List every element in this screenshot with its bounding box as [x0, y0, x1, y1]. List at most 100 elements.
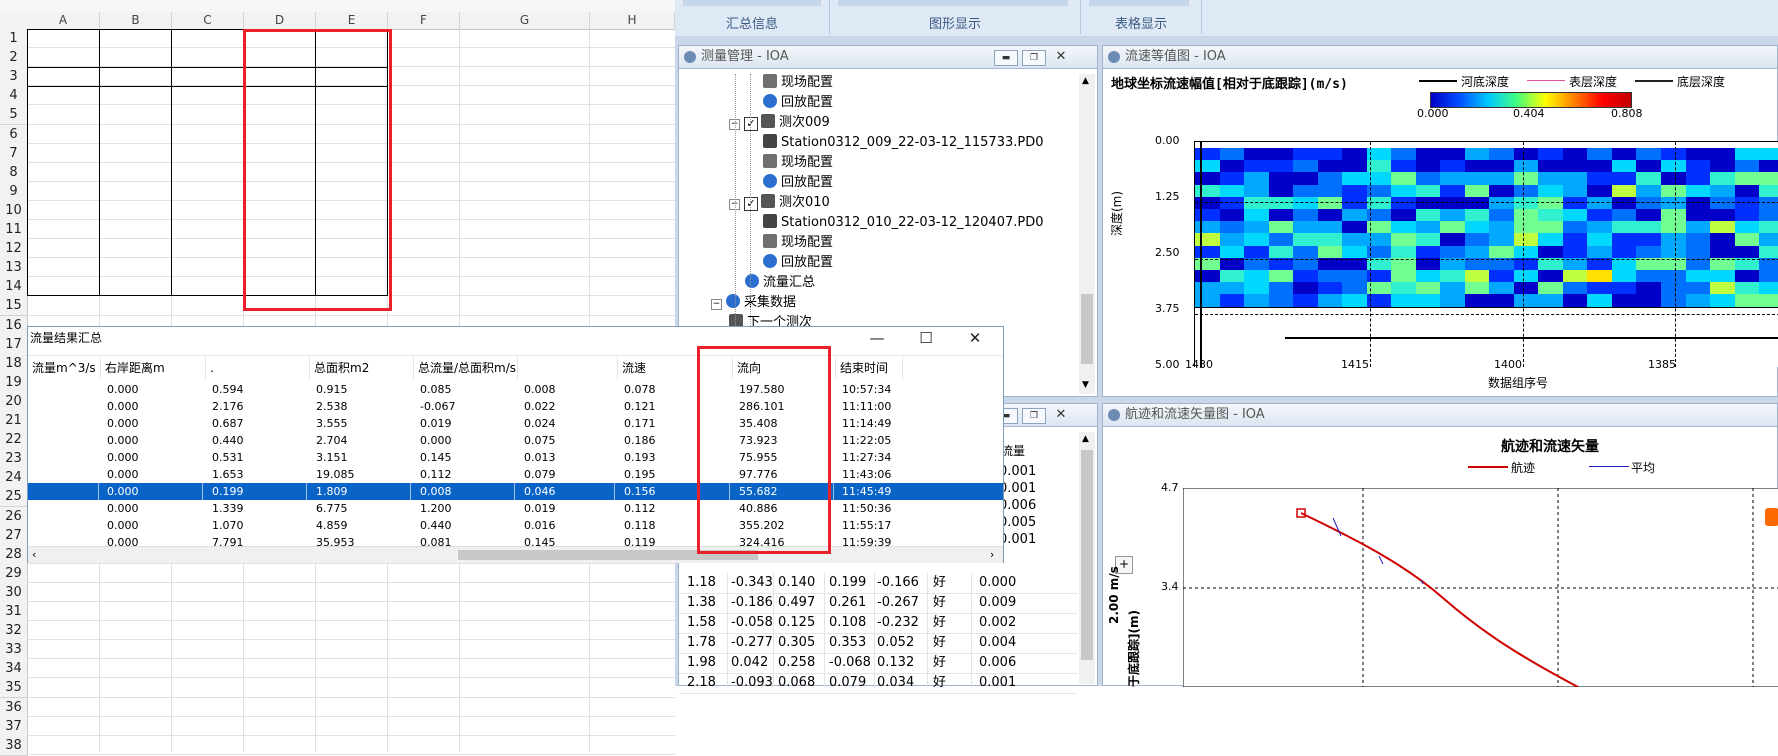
row-header[interactable]: 18 [0, 353, 28, 374]
tree-item[interactable]: − 采集数据 [711, 294, 796, 312]
table-row[interactable]: 0.000 0.531 3.151 0.145 0.013 0.193 75.955 11:2… [28, 449, 1003, 466]
table-cell[interactable]: 好 [933, 673, 946, 693]
data-cell[interactable] [27, 182, 100, 201]
column-header[interactable]: 总流量/总面积m/s [414, 357, 518, 379]
column-header[interactable]: G [460, 12, 590, 30]
table-row[interactable]: 0.000 1.339 6.775 1.200 0.019 0.112 40.886 11:5… [28, 500, 1003, 517]
header-cell[interactable] [27, 39, 100, 58]
table-cell[interactable]: 0.013 [520, 449, 620, 466]
restore-button[interactable]: ❐ [1022, 50, 1046, 66]
tree-item[interactable]: 回放配置 [763, 174, 833, 192]
velocity-contour-pane[interactable]: 流速等值图 - IOA 地球坐标流速幅值[相对于底跟踪](m/s) 河底深度 表… [1102, 45, 1778, 397]
row-header[interactable]: 6 [0, 124, 28, 145]
data-cell[interactable] [172, 125, 244, 144]
data-cell[interactable] [172, 67, 244, 86]
table-cell[interactable]: 0.531 [208, 449, 312, 466]
table-cell[interactable]: 0.019 [520, 500, 620, 517]
row-header[interactable]: 1 [0, 29, 28, 49]
scroll-thumb[interactable] [1081, 450, 1093, 660]
header-cell[interactable] [172, 39, 244, 58]
table-cell[interactable] [28, 381, 101, 398]
row-header[interactable]: 38 [0, 735, 28, 756]
table-cell[interactable]: 19.085 [312, 466, 416, 483]
close-button[interactable]: ✕ [964, 329, 986, 347]
data-cell[interactable] [172, 105, 244, 124]
table-cell[interactable]: 0.112 [416, 466, 520, 483]
station-velocity-cell[interactable] [590, 239, 662, 258]
close-button[interactable]: ✕ [1050, 50, 1072, 64]
station-velocity-cell[interactable] [590, 144, 662, 163]
scroll-left-icon[interactable]: ‹ [32, 548, 36, 561]
table-cell[interactable]: 0.258 [778, 653, 815, 673]
column-header[interactable]: A [27, 12, 100, 30]
table-cell[interactable] [28, 398, 101, 415]
row-header[interactable]: 17 [0, 334, 28, 355]
column-header[interactable]: B [100, 12, 172, 30]
table-cell[interactable]: 0.079 [829, 673, 866, 693]
table-cell[interactable]: 4.859 [312, 517, 416, 534]
table-cell[interactable]: 3.555 [312, 415, 416, 432]
table-cell[interactable]: 2.176 [208, 398, 312, 415]
table-row[interactable]: 0.000 2.176 2.538 -0.067 0.022 0.121 286.101 11… [28, 398, 1003, 415]
data-cell[interactable] [172, 258, 244, 277]
data-cell[interactable] [100, 125, 172, 144]
row-header[interactable]: 2 [0, 48, 28, 69]
table-cell[interactable]: 0.440 [208, 432, 312, 449]
column-header[interactable]: 流量m^3/s [28, 357, 101, 379]
header-cell[interactable] [592, 67, 662, 86]
data-cell[interactable] [100, 67, 172, 86]
data-cell[interactable] [27, 144, 100, 163]
tree-item[interactable]: 回放配置 [763, 254, 833, 272]
data-cell[interactable] [27, 258, 100, 277]
column-header[interactable]: C [172, 12, 244, 30]
tree-scrollbar[interactable]: ▲ ▼ [1079, 74, 1095, 394]
tree-item[interactable]: Station0312_009_22-03-12_115733.PD0 [763, 134, 1044, 152]
value-cell[interactable] [590, 296, 662, 315]
data-cell[interactable] [27, 220, 100, 239]
table-cell[interactable]: 0.000 [103, 466, 208, 483]
data-cell[interactable] [100, 201, 172, 220]
table-cell[interactable]: 1.98 [687, 653, 716, 673]
table-cell[interactable]: 好 [933, 573, 946, 593]
table-cell[interactable]: 好 [933, 593, 946, 613]
tree-item[interactable]: 现场配置 [763, 234, 833, 252]
tree-item[interactable]: Station0312_010_22-03-12_120407.PD0 [763, 214, 1044, 232]
station-name-cell[interactable] [462, 277, 590, 296]
table-cell[interactable]: 11:45:49 [838, 483, 905, 500]
row-header[interactable]: 8 [0, 162, 28, 183]
station-name-cell[interactable] [462, 163, 590, 182]
row-header[interactable]: 19 [0, 372, 28, 393]
table-cell[interactable]: 0.075 [520, 432, 620, 449]
table-cell[interactable]: 0.019 [416, 415, 520, 432]
table-cell[interactable]: 0.199 [208, 483, 312, 500]
table-cell[interactable] [28, 432, 101, 449]
data-cell[interactable] [172, 220, 244, 239]
column-header[interactable]: D [244, 12, 316, 30]
station-name-cell[interactable] [462, 125, 590, 144]
table-cell[interactable]: 1.58 [687, 613, 716, 633]
label-cell[interactable] [462, 296, 590, 315]
collapse-toggle-icon[interactable]: − [711, 299, 722, 310]
station-name-cell[interactable] [462, 144, 590, 163]
minimize-button[interactable]: — [866, 329, 888, 347]
table-cell[interactable]: -0.068 [829, 653, 871, 673]
station-velocity-cell[interactable] [590, 220, 662, 239]
table-cell[interactable]: 1.18 [687, 573, 716, 593]
row-header[interactable]: 26 [0, 506, 28, 527]
row-header[interactable]: 32 [0, 621, 28, 642]
row-header[interactable]: 13 [0, 258, 28, 279]
row-header[interactable]: 28 [0, 544, 28, 565]
row-header[interactable]: 22 [0, 430, 28, 451]
row-header[interactable]: 10 [0, 200, 28, 221]
table-cell[interactable]: 0.687 [208, 415, 312, 432]
table-cell[interactable]: 11:50:36 [838, 500, 905, 517]
data-cell[interactable] [100, 220, 172, 239]
table-cell[interactable]: 1.339 [208, 500, 312, 517]
tree-item[interactable]: 现场配置 [763, 154, 833, 172]
table-cell[interactable] [28, 466, 101, 483]
row-header[interactable]: 30 [0, 582, 28, 603]
table-cell[interactable]: 0.145 [416, 449, 520, 466]
row-header[interactable]: 7 [0, 143, 28, 164]
station-name-cell[interactable] [462, 86, 590, 105]
row-header[interactable]: 25 [0, 487, 28, 508]
